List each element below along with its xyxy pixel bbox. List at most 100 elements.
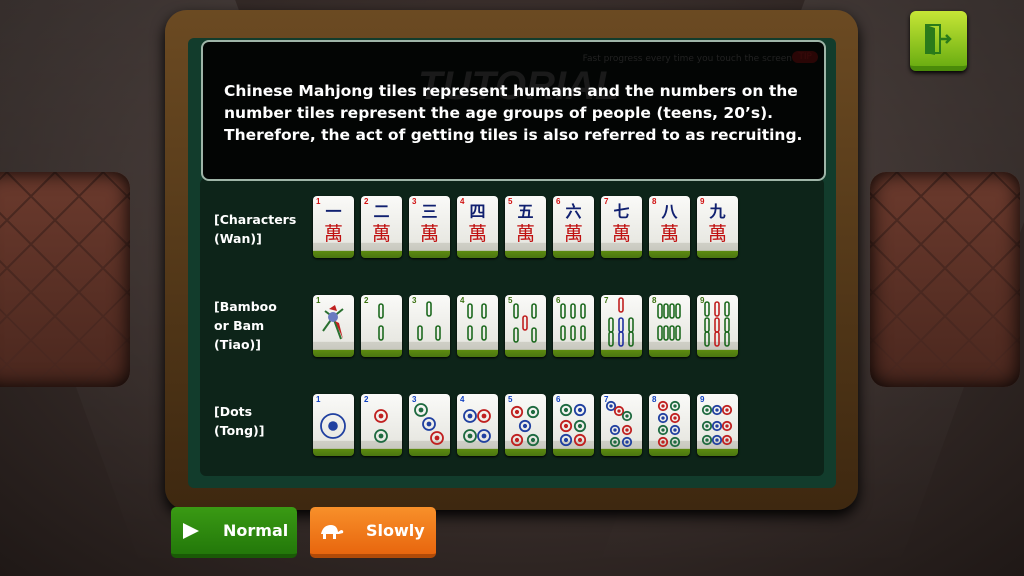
dot-center: [418, 407, 424, 413]
dot-center: [725, 424, 729, 428]
dot-center: [715, 424, 719, 428]
right-chair: [870, 172, 1020, 387]
bamboo-stick: [704, 317, 710, 333]
dot-center: [625, 440, 629, 444]
normal-label: Normal: [223, 521, 289, 540]
bamboo-stick: [704, 331, 710, 347]
bamboo-face-icon: [704, 301, 730, 347]
bamboo-stick: [714, 331, 720, 347]
dot-center: [434, 435, 440, 441]
bamboo-stick: [608, 331, 614, 347]
tile-bamboo-3: 3: [409, 295, 450, 357]
wan-numeral: 三: [421, 202, 437, 221]
bamboo-face-icon: [417, 301, 441, 341]
tile-wan-8: 8八萬: [649, 196, 690, 258]
normal-speed-button[interactable]: Normal: [171, 507, 297, 558]
wan-numeral: 一: [325, 202, 341, 221]
dot-center: [661, 428, 665, 432]
dot-center: [563, 423, 569, 429]
dot-center: [673, 404, 677, 408]
turtle-icon: [321, 524, 344, 539]
tile-wan-3: 3三萬: [409, 196, 450, 258]
wan-numeral: 五: [517, 202, 533, 221]
tile-dots-6: 6: [553, 394, 594, 456]
tile-wan-2: 2二萬: [361, 196, 402, 258]
dot-center: [530, 409, 536, 415]
tile-bamboo-2: 2: [361, 295, 402, 357]
dot-center: [514, 409, 520, 415]
dot-center: [673, 440, 677, 444]
dot-center: [661, 440, 665, 444]
bamboo-stick: [570, 325, 576, 341]
dot-center: [625, 428, 629, 432]
dots-face-icon: [414, 403, 444, 445]
bamboo-face-icon: [378, 303, 384, 341]
bamboo-stick: [675, 325, 681, 341]
bamboo-stick: [560, 325, 566, 341]
dots-face-icon: [374, 409, 388, 443]
bamboo-stick: [417, 325, 423, 341]
suit-label-characters: [Characters (Wan)]: [214, 212, 297, 246]
wan-glyph: 萬: [468, 223, 487, 245]
bamboo-stick: [560, 303, 566, 319]
bamboo-stick: [669, 325, 675, 341]
dot-center: [467, 413, 473, 419]
dot-center: [481, 413, 487, 419]
bamboo-face-icon: [560, 303, 586, 341]
dot-center: [661, 416, 665, 420]
dot-center: [715, 438, 719, 442]
tile-bamboo-5: 5: [505, 295, 546, 357]
exit-button[interactable]: [910, 11, 967, 71]
bamboo-stick: [580, 303, 586, 319]
bamboo-stick: [435, 325, 441, 341]
tile-dots-4: 4: [457, 394, 498, 456]
dot-center: [613, 440, 617, 444]
dot-center: [563, 407, 569, 413]
wan-glyph: 萬: [324, 223, 343, 245]
wan-face-icon: 二萬: [372, 202, 391, 245]
bamboo-stick: [618, 297, 624, 313]
play-icon: [183, 522, 199, 539]
wan-glyph: 萬: [516, 223, 535, 245]
dot-center: [563, 437, 569, 443]
dots-face-icon: [559, 403, 587, 447]
bamboo-stick: [580, 325, 586, 341]
tile-bamboo-1: 1: [313, 295, 354, 357]
tile-bamboo-8: 8: [649, 295, 690, 357]
dot-center: [725, 438, 729, 442]
dot-center: [577, 423, 583, 429]
dot-center: [577, 437, 583, 443]
slowly-speed-button[interactable]: Slowly: [310, 507, 436, 558]
bamboo-face-icon: [513, 303, 537, 343]
wan-glyph: 萬: [612, 223, 631, 245]
bamboo-stick: [724, 331, 730, 347]
wan-glyph: 萬: [660, 223, 679, 245]
bamboo-face-icon: [467, 303, 487, 341]
dot-center: [705, 408, 709, 412]
wan-numeral: 八: [660, 202, 678, 221]
dot-center: [673, 416, 677, 420]
tile-bamboo-9: 9: [697, 295, 738, 357]
bamboo-stick: [608, 317, 614, 333]
wan-face-icon: 三萬: [420, 202, 439, 245]
tutorial-message: Chinese Mahjong tiles represent humans a…: [224, 82, 803, 144]
bamboo-face-icon: [322, 305, 344, 340]
bamboo-stick: [663, 325, 669, 341]
dot-center: [613, 428, 617, 432]
bamboo-stick: [663, 303, 669, 319]
tutorial-textbox[interactable]: TUTORIAL Fast progress every time you to…: [201, 40, 826, 181]
tile-bamboo-7: 7: [601, 295, 642, 357]
wan-numeral: 九: [708, 202, 725, 221]
bamboo-stick: [669, 303, 675, 319]
bamboo-stick: [378, 325, 384, 341]
bamboo-stick: [378, 303, 384, 319]
bamboo-stick: [531, 303, 537, 319]
wan-face-icon: 八萬: [660, 202, 679, 245]
dot-center: [725, 408, 729, 412]
tile-dots-5: 5: [505, 394, 546, 456]
dot-center: [617, 409, 621, 413]
wan-glyph: 萬: [564, 223, 583, 245]
bamboo-stick: [628, 317, 634, 333]
dots-face-icon: [510, 405, 540, 447]
dot-center: [522, 423, 528, 429]
